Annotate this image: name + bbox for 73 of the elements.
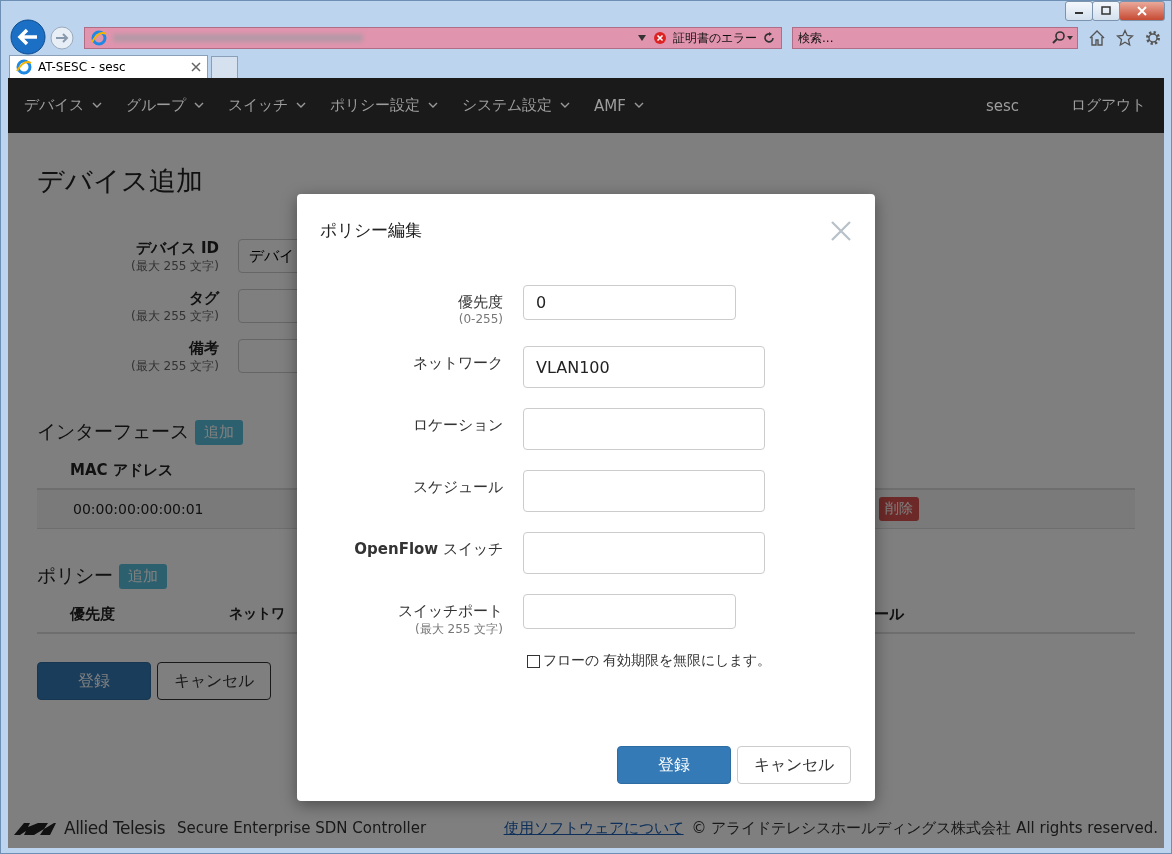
dropdown-icon[interactable] — [637, 34, 647, 42]
search-icon[interactable] — [1051, 31, 1073, 45]
home-icon[interactable] — [1088, 29, 1106, 47]
text-field[interactable] — [523, 594, 736, 629]
field-label: スイッチポート — [398, 602, 503, 621]
submit-button[interactable]: 登録 — [617, 746, 731, 784]
field-label: タグ — [189, 289, 219, 308]
maximize-icon — [1101, 6, 1111, 16]
column-header: ネットワ — [229, 605, 285, 623]
error-icon — [653, 31, 667, 45]
copyright-text: © アライドテレシスホールディングス株式会社 All rights reserved. — [691, 818, 1158, 838]
text-field[interactable] — [523, 532, 765, 574]
refresh-icon[interactable] — [763, 32, 775, 44]
chevron-down-icon — [560, 102, 570, 109]
text-field[interactable]: VLAN100 — [523, 346, 765, 388]
field-label: ネットワーク — [413, 354, 503, 373]
text-field[interactable] — [523, 470, 765, 512]
chevron-down-icon — [296, 102, 306, 109]
checkbox-label[interactable]: フローの 有効期限を無限にします。 — [543, 652, 772, 670]
section-heading: ポリシー — [37, 563, 113, 588]
close-tab-icon[interactable] — [191, 62, 201, 72]
field-label: デバイス ID — [135, 239, 219, 258]
field-label: ロケーション — [413, 416, 503, 435]
field-label: 優先度 — [458, 293, 503, 312]
nav-menu[interactable]: AMF — [594, 96, 644, 115]
field-label: OpenFlow スイッチ — [354, 540, 503, 559]
search-field[interactable]: 検索... — [792, 27, 1078, 49]
section-heading: インターフェース — [37, 419, 189, 444]
maximize-button[interactable] — [1092, 1, 1120, 21]
nav-menu[interactable]: デバイス — [24, 96, 102, 115]
nav-menu[interactable]: スイッチ — [228, 96, 306, 115]
chevron-down-icon — [633, 102, 644, 109]
product-name: Secure Enterprise SDN Controller — [177, 819, 427, 837]
chevron-down-icon — [428, 102, 438, 109]
table-cell-text: 00:00:00:00:00:01 — [72, 501, 205, 517]
checkbox[interactable] — [527, 654, 540, 668]
chevron-down-icon — [194, 102, 204, 109]
field-hint: (最大 255 文字) — [131, 308, 219, 325]
back-button[interactable] — [10, 19, 46, 55]
settings-icon[interactable] — [1144, 29, 1162, 47]
minimize-button[interactable] — [1065, 1, 1093, 21]
page-title: デバイス追加 — [37, 164, 204, 198]
text-field[interactable] — [523, 408, 765, 450]
brand-name: Allied Telesis — [64, 818, 166, 838]
dialog-title: ポリシー編集 — [320, 219, 422, 242]
column-header: 優先度 — [68, 605, 115, 624]
field-hint: (最大 255 文字) — [415, 621, 503, 638]
certificate-error-label[interactable]: 証明書のエラー — [673, 29, 757, 47]
nav-menu[interactable]: システム設定 — [462, 96, 570, 115]
nav-menu[interactable]: ポリシー設定 — [330, 96, 438, 115]
browser-logo-icon — [91, 30, 107, 46]
field-label: スケジュール — [413, 478, 503, 497]
close-icon — [1136, 6, 1148, 16]
column-header: MAC アドレス — [69, 461, 173, 480]
cancel-button[interactable]: キャンセル — [737, 746, 851, 784]
close-button[interactable] — [1119, 1, 1165, 21]
browser-tab[interactable]: AT-SESC - sesc — [9, 55, 208, 78]
software-link[interactable]: 使用ソフトウェアについて — [503, 818, 684, 838]
field-hint: (最大 255 文字) — [131, 358, 219, 375]
chevron-down-icon — [92, 102, 102, 109]
browser-logo-icon — [16, 59, 32, 75]
field-hint: (最大 255 文字) — [131, 258, 219, 275]
nav-menu[interactable]: グループ — [126, 96, 204, 115]
text-field[interactable]: 0 — [523, 285, 736, 320]
field-label: 備考 — [189, 339, 219, 358]
address-bar[interactable]: 証明書のエラー — [84, 27, 782, 49]
field-hint: (0-255) — [458, 312, 503, 326]
brand-logo-icon — [14, 821, 56, 835]
cancel-button[interactable]: キャンセル — [157, 662, 271, 700]
star-icon[interactable] — [1116, 29, 1134, 47]
logout-link[interactable]: ログアウト — [1071, 96, 1146, 115]
column-header: ール — [874, 605, 904, 624]
user-name[interactable]: sesc — [985, 96, 1019, 115]
